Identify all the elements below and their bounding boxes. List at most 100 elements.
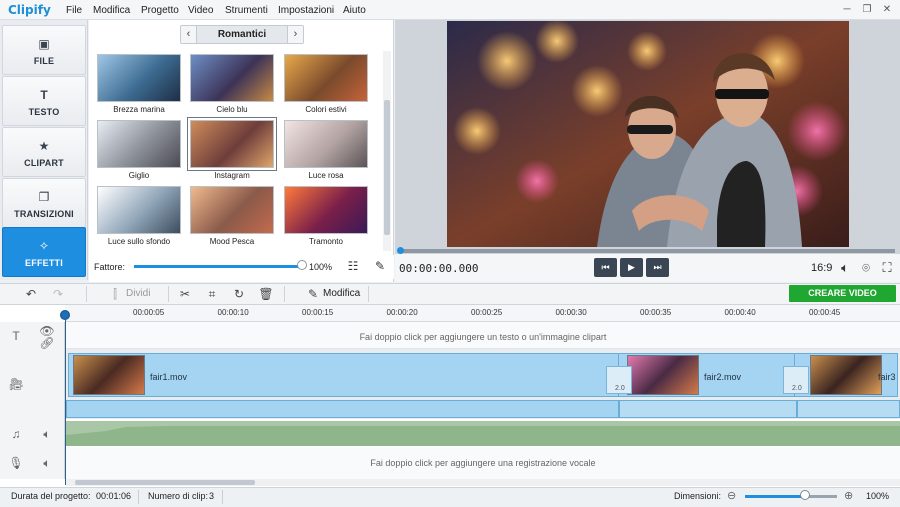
- zoom-out-icon[interactable]: ⊖: [727, 489, 736, 502]
- effect-thumbnail[interactable]: [284, 186, 368, 234]
- fullscreen-icon[interactable]: ⛶: [879, 260, 895, 276]
- factor-label: Fattore:: [94, 262, 126, 272]
- effect-label: Colori estivi: [305, 105, 347, 114]
- effect-label: Brezza marina: [113, 105, 165, 114]
- effect-thumbnail[interactable]: [284, 120, 368, 168]
- text-track[interactable]: Fai doppio click per aggiungere un testo…: [66, 322, 900, 349]
- crop-icon[interactable]: ⌗: [204, 286, 220, 302]
- playhead[interactable]: [60, 310, 70, 320]
- close-icon[interactable]: ✕: [878, 2, 896, 18]
- menu-modifica[interactable]: Modifica: [93, 5, 130, 16]
- voice-volume-icon[interactable]: 🔈︎: [39, 455, 55, 471]
- menu-file[interactable]: File: [66, 5, 82, 16]
- timecode: 00:00:00.000: [399, 262, 479, 275]
- menu-progetto[interactable]: Progetto: [141, 5, 179, 16]
- clip-audio-lane[interactable]: [619, 400, 797, 418]
- clip-name: fair1.mov: [150, 372, 188, 382]
- ruler-tick-label: 00:00:40: [724, 308, 756, 317]
- music-volume-icon[interactable]: 🔈︎: [39, 426, 55, 442]
- sidebar-item-label: TESTO: [28, 107, 60, 117]
- volume-icon[interactable]: 🔈︎: [837, 260, 853, 276]
- clip-thumbnail: [73, 355, 145, 395]
- restore-icon[interactable]: ❐: [858, 2, 876, 18]
- sidebar-item-testo[interactable]: T TESTO: [2, 76, 86, 126]
- effect-thumbnail[interactable]: [97, 186, 181, 234]
- aspect-ratio-selector[interactable]: 16:9: [811, 262, 832, 274]
- skip-back-button[interactable]: ⏮: [594, 258, 617, 277]
- minimize-icon[interactable]: ─: [838, 2, 856, 18]
- trash-icon[interactable]: 🗑︎: [258, 286, 274, 302]
- link-icon[interactable]: 🔗︎: [39, 335, 55, 351]
- sidebar: ▣ FILE T TESTO ★ CLIPART ❐ TRANSIZIONI ✧…: [0, 20, 88, 280]
- sidebar-item-label: FILE: [33, 56, 55, 66]
- clips-count-value: 3: [209, 491, 215, 501]
- title-bar: [0, 0, 900, 20]
- zoom-in-icon[interactable]: ⊕: [844, 489, 853, 502]
- sidebar-item-transizioni[interactable]: ❐ TRANSIZIONI: [2, 178, 86, 228]
- transitions-icon: ❐: [38, 190, 50, 204]
- rotate-icon[interactable]: ↻: [231, 286, 247, 302]
- playhead-line: [65, 320, 66, 485]
- factor-slider-fill: [134, 265, 302, 268]
- redo-icon[interactable]: ↷: [50, 286, 66, 302]
- factor-slider-knob[interactable]: [297, 260, 307, 270]
- scissors-icon[interactable]: ✂: [177, 286, 193, 302]
- menu-impostazioni[interactable]: Impostazioni: [278, 5, 334, 16]
- effect-thumbnail[interactable]: [190, 186, 274, 234]
- music-track[interactable]: [66, 421, 900, 446]
- clip-name: fair3: [878, 372, 896, 382]
- chevron-right-icon[interactable]: ›: [287, 26, 303, 43]
- brush-icon[interactable]: ✎: [372, 258, 388, 274]
- transition-duration: 2.0: [792, 385, 802, 392]
- effect-thumbnail[interactable]: [97, 120, 181, 168]
- playback-progress-track[interactable]: [398, 249, 895, 253]
- effect-label: Cielo blu: [216, 105, 248, 114]
- video-preview[interactable]: [447, 21, 849, 247]
- voice-track[interactable]: Fai doppio click per aggiungere una regi…: [66, 447, 900, 479]
- menu-video[interactable]: Video: [188, 5, 213, 16]
- camera-icon[interactable]: ⌾: [858, 260, 874, 276]
- clip-thumbnail: [810, 355, 882, 395]
- duration-value: 00:01:06: [96, 491, 132, 501]
- zoom-slider-knob[interactable]: [799, 490, 810, 500]
- clip-audio-lane[interactable]: [797, 400, 900, 418]
- sidebar-item-clipart[interactable]: ★ CLIPART: [2, 127, 86, 177]
- skip-forward-button[interactable]: ⏭: [646, 258, 669, 277]
- zoom-slider-fill: [745, 495, 805, 498]
- ruler-tick-label: 00:00:25: [471, 308, 503, 317]
- sidebar-item-effetti[interactable]: ✧ EFFETTI: [2, 227, 86, 277]
- play-button[interactable]: ▶: [620, 258, 643, 277]
- menu-aiuto[interactable]: Aiuto: [343, 5, 366, 16]
- text-track-icon: T: [12, 329, 20, 343]
- clip-name: fair2.mov: [704, 372, 742, 382]
- sidebar-item-file[interactable]: ▣ FILE: [2, 25, 86, 75]
- effect-label: Instagram: [214, 171, 250, 180]
- effect-thumbnail[interactable]: [187, 117, 277, 171]
- music-track-icon: ♫: [11, 427, 21, 441]
- video-track-icon: 🎥︎: [8, 377, 24, 391]
- microphone-icon: 🎙︎: [8, 456, 24, 470]
- undo-icon[interactable]: ↶: [23, 286, 39, 302]
- effect-thumbnail[interactable]: [284, 54, 368, 102]
- effect-thumbnail[interactable]: [190, 54, 274, 102]
- playback-progress-knob[interactable]: [397, 247, 404, 254]
- duration-label: Durata del progetto:: [11, 491, 91, 501]
- music-waveform: [66, 426, 900, 446]
- transition-block[interactable]: 2.0: [606, 366, 632, 394]
- split-button[interactable]: Dividi: [126, 288, 150, 299]
- effects-scroll-thumb[interactable]: [384, 100, 390, 235]
- timeline-scroll-thumb[interactable]: [75, 480, 255, 485]
- chevron-left-icon[interactable]: ‹: [181, 26, 197, 43]
- app-logo: Clipify: [8, 3, 51, 17]
- clip-audio-lane[interactable]: [66, 400, 619, 418]
- create-video-button[interactable]: CREARE VIDEO: [789, 285, 896, 302]
- toolbar-separator: [168, 286, 169, 302]
- transition-block[interactable]: 2.0: [783, 366, 809, 394]
- edit-icon[interactable]: ✎: [305, 286, 321, 302]
- edit-button[interactable]: Modifica: [323, 288, 360, 299]
- status-separator: [138, 490, 139, 504]
- menu-strumenti[interactable]: Strumenti: [225, 5, 268, 16]
- effect-thumbnail[interactable]: [97, 54, 181, 102]
- adjust-settings-icon[interactable]: ☷: [345, 258, 361, 274]
- text-track-hint: Fai doppio click per aggiungere un testo…: [359, 332, 607, 342]
